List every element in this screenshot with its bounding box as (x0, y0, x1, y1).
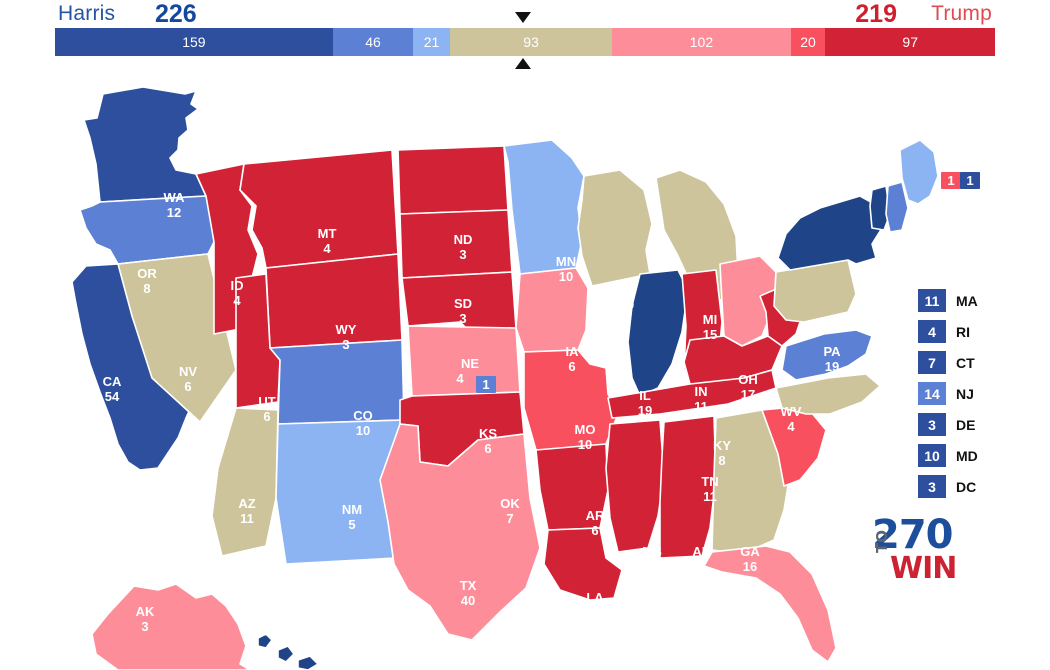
state-ev-la: 8 (591, 605, 598, 620)
legend-label-de: DE (956, 416, 976, 433)
legend-label-md: MD (956, 447, 978, 464)
logo-to-text: TO (873, 530, 891, 553)
electoral-vote-bar[interactable]: 159 46 21 93 102 20 97 (55, 28, 995, 56)
state-or[interactable] (79, 195, 215, 265)
legend-label-ri: RI (956, 323, 970, 340)
state-ak[interactable] (91, 583, 251, 670)
legend-label-dc: DC (956, 478, 977, 495)
state-label-vt: VT (887, 258, 904, 273)
bar-segment-lean-harris[interactable]: 21 (413, 28, 450, 56)
legend-row-de[interactable]: 3 DE (918, 409, 1038, 440)
state-az[interactable] (211, 407, 279, 557)
legend-row-ri[interactable]: 4 RI (918, 316, 1038, 347)
legend-ev-ri: 4 (918, 320, 946, 343)
state-ev-va: 13 (831, 433, 845, 448)
state-me[interactable] (899, 139, 939, 205)
state-ny[interactable] (777, 195, 883, 271)
state-wa[interactable] (83, 86, 207, 203)
state-label-me: ME (926, 218, 946, 233)
state-fl[interactable] (703, 545, 837, 663)
bar-segment-safe-harris[interactable]: 159 (55, 28, 333, 56)
state-ev-fl: 30 (794, 645, 808, 660)
state-ms[interactable] (605, 419, 665, 553)
legend-row-ct[interactable]: 7 CT (918, 347, 1038, 378)
legend-row-md[interactable]: 10 MD (918, 440, 1038, 471)
legend-label-nj: NJ (956, 385, 974, 402)
trump-label: Trump (931, 2, 992, 25)
trump-electoral-votes: 219 (855, 0, 897, 28)
state-ne[interactable] (401, 271, 517, 333)
logo-win-text: WIN (890, 551, 957, 586)
state-wy[interactable] (265, 253, 403, 349)
state-va[interactable] (781, 329, 873, 381)
state-ks[interactable] (407, 325, 521, 397)
state-co[interactable] (269, 339, 405, 425)
bar-segment-safe-trump[interactable]: 97 (825, 28, 995, 56)
center-marker-top-icon (515, 12, 531, 23)
legend-row-dc[interactable]: 3 DC (918, 471, 1038, 502)
state-nc[interactable] (775, 373, 881, 415)
state-tx[interactable] (379, 423, 541, 641)
legend-row-nj[interactable]: 14 NJ (918, 378, 1038, 409)
state-il[interactable] (627, 269, 689, 397)
bar-segment-toss-up[interactable]: 93 (449, 28, 613, 56)
bar-segment-likely-harris[interactable]: 46 (332, 28, 414, 56)
harris-electoral-votes: 226 (155, 0, 197, 28)
small-states-legend: 11 MA 4 RI 7 CT 14 NJ 3 DE 10 MD 3 DC (918, 285, 1038, 502)
state-ar[interactable] (535, 443, 609, 531)
ne-district-chip[interactable]: 1 (476, 376, 496, 393)
legend-label-ct: CT (956, 354, 975, 371)
legend-ev-dc: 3 (918, 475, 946, 498)
state-ev-me: 2 (932, 233, 939, 248)
legend-ev-de: 3 (918, 413, 946, 436)
state-ev-nh: 4 (908, 291, 916, 306)
state-hi[interactable] (257, 633, 319, 670)
state-ev-sc: 9 (802, 531, 809, 546)
bar-segment-lean-trump[interactable]: 102 (612, 28, 791, 56)
me-district2-chip[interactable]: 1 (960, 172, 980, 189)
legend-label-ma: MA (956, 292, 978, 309)
state-pa[interactable] (773, 259, 857, 323)
state-label-sc: SC (797, 516, 816, 531)
state-nd[interactable] (397, 145, 509, 215)
legend-ev-nj: 14 (918, 382, 946, 405)
state-label-wi: WI (619, 282, 635, 297)
legend-ev-ct: 7 (918, 351, 946, 374)
state-wi[interactable] (577, 169, 653, 287)
me-district1-chip[interactable]: 1 (941, 172, 961, 189)
state-mo[interactable] (523, 349, 619, 451)
state-label-ny: NY (855, 294, 873, 309)
state-al[interactable] (659, 415, 717, 559)
site-logo[interactable]: 270 TO WIN (872, 515, 982, 586)
state-ia[interactable] (515, 267, 589, 353)
state-ev-ny: 28 (857, 309, 871, 324)
state-mn[interactable] (503, 139, 585, 275)
bar-segment-likely-trump[interactable]: 20 (790, 28, 826, 56)
state-la[interactable] (543, 527, 623, 601)
center-marker-bottom-icon (515, 58, 531, 69)
harris-label: Harris (58, 2, 116, 25)
state-ev-vt: 3 (891, 273, 898, 288)
legend-ev-md: 10 (918, 444, 946, 467)
state-label-va: VA (829, 418, 847, 433)
state-sd[interactable] (399, 209, 513, 279)
legend-ev-ma: 11 (918, 289, 946, 312)
score-header: Harris 226 219 Trump 159 46 21 93 102 20 97 (0, 0, 1050, 78)
state-ev-nc: 16 (836, 485, 850, 500)
state-ev-ms: 6 (648, 559, 655, 574)
state-mt[interactable] (239, 149, 399, 269)
legend-row-ma[interactable]: 11 MA (918, 285, 1038, 316)
state-label-nc: NC (834, 470, 853, 485)
